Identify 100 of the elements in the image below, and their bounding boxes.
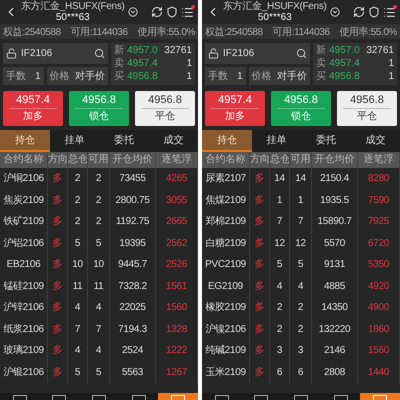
trade-button[interactable]: 4957.4 加多: [205, 91, 265, 126]
price-field[interactable]: 价格 对手价: [248, 67, 310, 85]
table-cell: 橡胶2109: [202, 297, 250, 318]
price-field[interactable]: 价格 对手价: [46, 67, 108, 85]
quote-label: 买: [316, 71, 326, 84]
search-icon[interactable]: [296, 48, 308, 59]
table-cell: 2: [68, 168, 88, 190]
table-cell: 4900: [358, 297, 400, 318]
symbol-field[interactable]: IF2106: [205, 43, 310, 64]
table-cell: 2665: [156, 211, 198, 232]
column-header: 方向: [250, 152, 270, 168]
table-cell: 73455: [110, 168, 156, 190]
account-stat: 可用:1144036: [70, 26, 128, 38]
tab[interactable]: 委托: [301, 130, 350, 152]
column-header: 可用: [88, 152, 110, 168]
quote-price: 4956.8: [329, 71, 361, 84]
unlock-icon[interactable]: [208, 48, 219, 59]
quote-volume: 1: [388, 58, 394, 70]
quote-label: 卖: [114, 58, 124, 70]
table-cell: 沪铝2106: [0, 232, 48, 254]
tab[interactable]: 挂单: [50, 130, 99, 152]
table-cell: 沪锌2106: [0, 297, 48, 318]
table-cell: 12: [290, 232, 312, 254]
account-number: 50***63: [258, 12, 292, 23]
refresh-icon[interactable]: [353, 6, 365, 18]
table-cell: 1: [290, 190, 312, 211]
trade-button[interactable]: 4957.4 加多: [3, 91, 63, 126]
column-header: 合约名称: [0, 152, 48, 168]
table-cell: 白糖2109: [202, 232, 250, 254]
table-cell: 多: [48, 168, 68, 190]
account-stat: 使用率:55.0%: [137, 26, 195, 38]
table-cell: 2: [88, 190, 110, 211]
refresh-icon[interactable]: [151, 6, 163, 18]
tab[interactable]: 成交: [350, 130, 400, 152]
table-cell: 7: [88, 318, 110, 340]
table-cell: 1440: [358, 362, 400, 383]
table-cell: 多: [250, 254, 270, 276]
search-icon[interactable]: [94, 48, 106, 59]
table-cell: 1: [270, 190, 290, 211]
menu-icon[interactable]: [383, 6, 396, 18]
table-cell: 多: [48, 362, 68, 383]
table-cell: 4265: [156, 168, 198, 190]
table-cell: 2562: [156, 232, 198, 254]
tab[interactable]: 持仓: [202, 130, 252, 152]
table-cell: 多: [48, 276, 68, 297]
unlock-icon[interactable]: [6, 48, 17, 59]
table-cell: 7194.3: [110, 318, 156, 340]
table-cell: 2: [290, 318, 312, 340]
table-cell: 4885: [312, 276, 358, 297]
tab[interactable]: 持仓: [0, 130, 50, 152]
tab[interactable]: 委托: [99, 130, 148, 152]
column-header: 开仓均价: [312, 152, 358, 168]
table-cell: 4: [270, 276, 290, 297]
quote-volume: 1: [388, 71, 394, 84]
table-cell: 9445.7: [110, 254, 156, 276]
table-cell: 玉米2109: [202, 362, 250, 383]
table-cell: 1935.5: [312, 190, 358, 211]
column-header: 可用: [290, 152, 312, 168]
table-cell: 4: [88, 297, 110, 318]
table-cell: 4: [290, 276, 312, 297]
table-cell: 3: [290, 340, 312, 362]
table-cell: 铁矿2109: [0, 211, 48, 232]
dropdown-icon[interactable]: [330, 7, 340, 17]
table-cell: 纸浆2106: [0, 318, 48, 340]
menu-icon[interactable]: [181, 6, 194, 18]
quote-price: 4957.4: [127, 58, 159, 70]
table-cell: 1328: [156, 318, 198, 340]
table-cell: 7: [290, 211, 312, 232]
quote-volume: 32761: [164, 44, 192, 57]
tab[interactable]: 挂单: [252, 130, 301, 152]
symbol-field[interactable]: IF2106: [3, 43, 108, 64]
table-cell: 多: [48, 318, 68, 340]
shield-icon[interactable]: [166, 6, 178, 18]
quote-volume: 1: [186, 58, 192, 70]
column-header: 方向: [48, 152, 68, 168]
table-cell: 10: [88, 254, 110, 276]
table-cell: 焦炭2109: [0, 190, 48, 211]
account-stat: 可用:1144036: [272, 26, 330, 38]
dropdown-icon[interactable]: [128, 7, 138, 17]
table-cell: 多: [48, 340, 68, 362]
table-cell: 1561: [156, 276, 198, 297]
table-cell: 14: [290, 168, 312, 190]
table-cell: 多: [250, 190, 270, 211]
quantity-field[interactable]: 手数 1: [205, 67, 246, 85]
table-cell: 3055: [156, 190, 198, 211]
table-cell: 多: [48, 211, 68, 232]
table-cell: 14350: [312, 297, 358, 318]
quote-price: 4957.0: [329, 44, 361, 57]
table-cell: 多: [48, 232, 68, 254]
table-cell: 2: [68, 190, 88, 211]
shield-icon[interactable]: [368, 6, 380, 18]
column-header: 逐笔浮: [358, 152, 400, 168]
quote-price: 4957.4: [329, 58, 361, 70]
trade-button[interactable]: 4956.8 平仓: [337, 91, 397, 126]
table-cell: 7328.2: [110, 276, 156, 297]
quantity-field[interactable]: 手数 1: [3, 67, 44, 85]
table-cell: 19395: [110, 232, 156, 254]
table-cell: 7925: [358, 211, 400, 232]
tab[interactable]: 成交: [148, 130, 198, 152]
trade-button[interactable]: 4956.8 平仓: [135, 91, 195, 126]
